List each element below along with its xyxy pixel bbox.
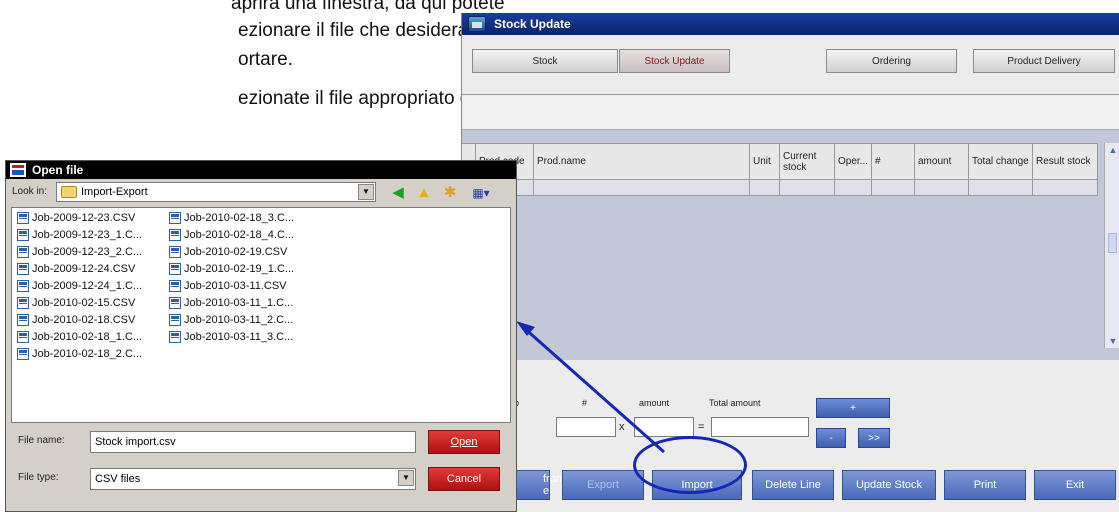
list-item[interactable]: Job-2010-02-15.CSV [17,297,135,309]
folder-icon [61,186,77,198]
csv-file-icon [17,263,29,275]
dialog-app-icon [10,163,26,177]
dialog-title-bar: Open file [6,161,516,179]
cancel-button[interactable]: Cancel [428,467,500,491]
file-type-label: File type: [18,472,59,483]
list-item[interactable]: Job-2010-02-18_2.C... [17,348,142,360]
list-item[interactable]: Job-2010-03-11_3.C... [169,331,293,343]
csv-file-icon [17,331,29,343]
csv-file-icon [169,246,181,258]
chevron-down-icon[interactable]: ▼ [398,470,414,486]
list-item[interactable]: Job-2010-02-18_4.C... [169,229,294,241]
file-type-value: CSV files [95,473,141,485]
csv-file-icon [17,348,29,360]
list-item[interactable]: Job-2010-02-18.CSV [17,314,135,326]
file-name-input[interactable]: Stock import.csv [90,431,416,453]
view-menu-icon[interactable]: ▦▾ [466,183,496,203]
file-list[interactable]: Job-2009-12-23.CSV Job-2009-12-23_1.C...… [11,207,511,423]
list-item[interactable]: Job-2010-02-18_3.C... [169,212,294,224]
look-in-value: Import-Export [81,186,148,198]
new-folder-icon[interactable]: ✱ [440,183,460,203]
list-item[interactable]: Job-2009-12-23.CSV [17,212,135,224]
file-name-label: File name: [18,435,65,446]
csv-file-icon [17,314,29,326]
csv-file-icon [169,331,181,343]
list-item[interactable]: Job-2010-02-19_1.C... [169,263,294,275]
list-item[interactable]: Job-2010-03-11_2.C... [169,314,293,326]
open-button[interactable]: Open [428,430,500,454]
csv-file-icon [169,212,181,224]
file-type-select[interactable]: CSV files ▼ [90,468,416,490]
list-item[interactable]: Job-2010-02-18_1.C... [17,331,142,343]
csv-file-icon [169,263,181,275]
csv-file-icon [17,246,29,258]
csv-file-icon [169,229,181,241]
csv-file-icon [17,297,29,309]
list-item[interactable]: Job-2009-12-23_1.C... [17,229,142,241]
csv-file-icon [17,229,29,241]
open-file-dialog: Open file Look in: Import-Export ▼ ◀ ▲ ✱… [5,160,517,512]
csv-file-icon [17,280,29,292]
up-folder-icon[interactable]: ▲ [414,183,434,203]
look-in-label: Look in: [12,186,48,197]
list-item[interactable]: Job-2010-03-11_1.C... [169,297,293,309]
csv-file-icon [169,314,181,326]
list-item[interactable]: Job-2010-02-19.CSV [169,246,287,258]
back-icon[interactable]: ◀ [388,183,408,203]
csv-file-icon [17,212,29,224]
csv-file-icon [169,280,181,292]
list-item[interactable]: Job-2009-12-23_2.C... [17,246,142,258]
list-item[interactable]: Job-2009-12-24_1.C... [17,280,142,292]
dialog-title: Open file [32,163,84,177]
look-in-select[interactable]: Import-Export ▼ [56,182,376,202]
chevron-down-icon[interactable]: ▼ [358,184,374,200]
list-item[interactable]: Job-2009-12-24.CSV [17,263,135,275]
list-item[interactable]: Job-2010-03-11.CSV [169,280,287,292]
csv-file-icon [169,297,181,309]
